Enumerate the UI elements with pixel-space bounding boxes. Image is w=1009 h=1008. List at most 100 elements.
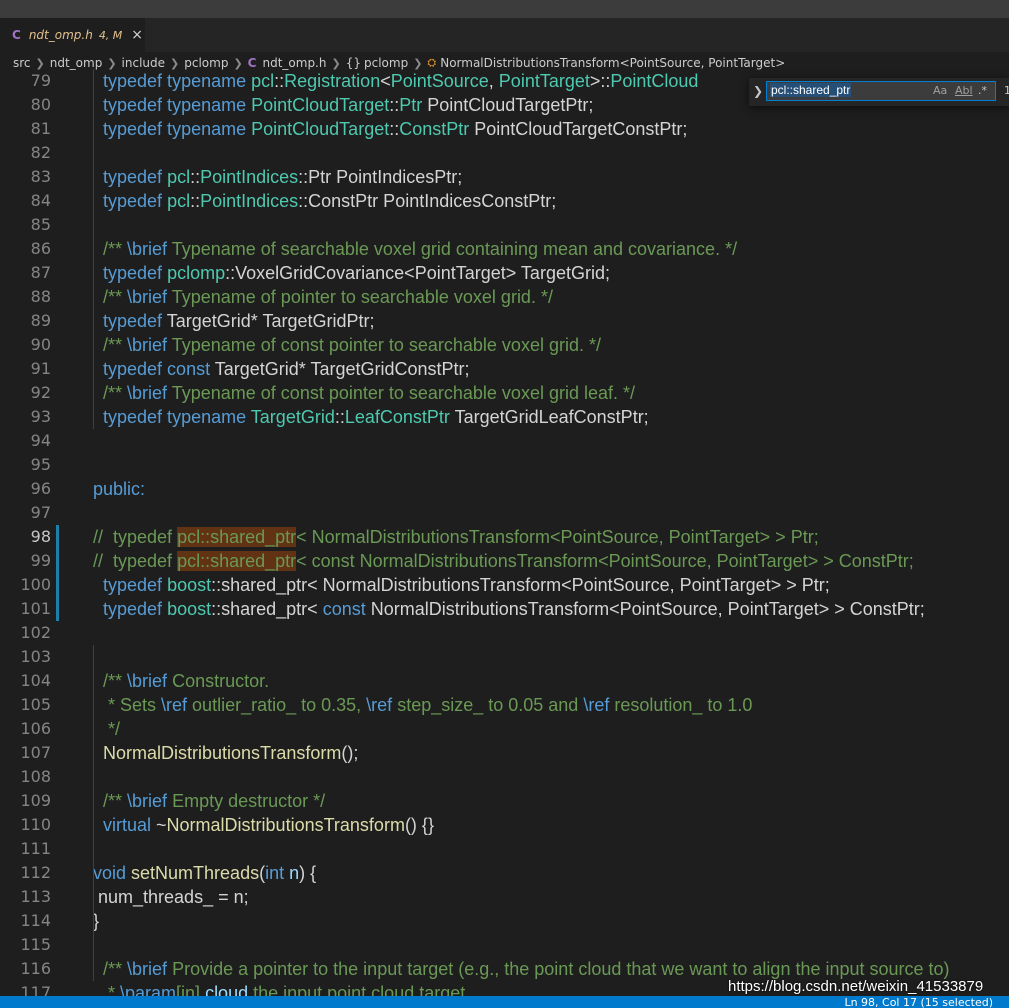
breadcrumb-src[interactable]: src: [13, 56, 31, 70]
breadcrumb-namespace[interactable]: pclomp: [364, 56, 408, 70]
code-line[interactable]: 109 /** \brief Empty destructor */: [0, 789, 1009, 813]
code-token: ::: [274, 71, 285, 91]
code-token: ::shared_ptr<: [211, 599, 323, 619]
line-number: 113: [20, 887, 51, 906]
code-token: Empty destructor */: [167, 791, 326, 811]
code-token: PointIndices: [200, 167, 299, 187]
code-line[interactable]: 111: [0, 837, 1009, 861]
code-text: /** \brief Empty destructor */: [93, 789, 325, 813]
toggle-replace-icon[interactable]: ❯: [753, 84, 763, 98]
line-number: 84: [30, 191, 51, 210]
code-line[interactable]: 104 /** \brief Constructor.: [0, 669, 1009, 693]
code-text: /** \brief Typename of const pointer to …: [93, 333, 601, 357]
code-text: /** \brief Typename of searchable voxel …: [93, 237, 737, 261]
code-token: Ptr: [399, 95, 423, 115]
code-text: * Sets \ref outlier_ratio_ to 0.35, \ref…: [93, 693, 752, 717]
code-line[interactable]: 88 /** \brief Typename of pointer to sea…: [0, 285, 1009, 309]
code-token: LeafConstPtr: [344, 407, 450, 427]
code-token: pcl: [251, 71, 275, 91]
breadcrumb-class[interactable]: NormalDistributionsTransform<PointSource…: [440, 56, 785, 70]
match-case-icon[interactable]: Aa: [933, 84, 947, 97]
code-token: typedef: [103, 311, 167, 331]
code-line[interactable]: 82: [0, 141, 1009, 165]
code-line[interactable]: 93 typedef typename TargetGrid::LeafCons…: [0, 405, 1009, 429]
breadcrumb-pclomp[interactable]: pclomp: [184, 56, 228, 70]
code-line[interactable]: 115: [0, 933, 1009, 957]
code-token: PointCloud: [610, 71, 704, 91]
code-token: ::: [389, 95, 400, 115]
line-number: 111: [20, 839, 51, 858]
code-token: Registration: [284, 71, 381, 91]
code-line[interactable]: 112 void setNumThreads(int n) {: [0, 861, 1009, 885]
code-line[interactable]: 99 // typedef pcl::shared_ptr< const Norm…: [0, 549, 1009, 573]
code-line[interactable]: 81 typedef typename PointCloudTarget::Co…: [0, 117, 1009, 141]
code-line[interactable]: 89 typedef TargetGrid* TargetGridPtr;: [0, 309, 1009, 333]
code-line[interactable]: 110 virtual ~NormalDistributionsTransfor…: [0, 813, 1009, 837]
code-line[interactable]: 108: [0, 765, 1009, 789]
code-line[interactable]: 95: [0, 453, 1009, 477]
code-line[interactable]: 85: [0, 213, 1009, 237]
code-token: >::: [589, 71, 611, 91]
code-line[interactable]: 113 num_threads_ = n;: [0, 885, 1009, 909]
code-line[interactable]: 84 typedef pcl::PointIndices::ConstPtr P…: [0, 189, 1009, 213]
whole-word-icon[interactable]: Abl: [955, 84, 973, 97]
code-line[interactable]: 97: [0, 501, 1009, 525]
code-line[interactable]: 107 NormalDistributionsTransform();: [0, 741, 1009, 765]
code-token: pcl: [167, 191, 191, 211]
code-line[interactable]: 90 /** \brief Typename of const pointer …: [0, 333, 1009, 357]
indent-guide: [93, 645, 94, 981]
code-line[interactable]: 100 typedef boost::shared_ptr< NormalDis…: [0, 573, 1009, 597]
code-line[interactable]: 102: [0, 621, 1009, 645]
code-text: // typedef pcl::shared_ptr< const Normal…: [93, 549, 914, 573]
code-token: *: [93, 983, 121, 996]
code-text: /** \brief Typename of const pointer to …: [93, 381, 635, 405]
breadcrumb-file[interactable]: ndt_omp.h: [262, 56, 326, 70]
line-number: 80: [30, 95, 51, 114]
regex-icon[interactable]: .*: [978, 84, 987, 97]
code-token: Typename of searchable voxel grid contai…: [167, 239, 738, 259]
code-line[interactable]: 83 typedef pcl::PointIndices::Ptr PointI…: [0, 165, 1009, 189]
breadcrumb-ndt-omp[interactable]: ndt_omp: [50, 56, 103, 70]
code-line[interactable]: 94: [0, 429, 1009, 453]
find-input[interactable]: pcl::shared_ptr Aa Abl .*: [766, 81, 996, 101]
code-line[interactable]: 106 */: [0, 717, 1009, 741]
code-line[interactable]: 87 typedef pclomp::VoxelGridCovariance<P…: [0, 261, 1009, 285]
line-number: 109: [20, 791, 51, 810]
line-number: 112: [20, 863, 51, 882]
close-icon[interactable]: ×: [131, 27, 143, 43]
breadcrumb-include[interactable]: include: [122, 56, 165, 70]
code-line[interactable]: 101 typedef boost::shared_ptr< const Nor…: [0, 597, 1009, 621]
line-number: 96: [30, 479, 51, 498]
code-text: typedef boost::shared_ptr< NormalDistrib…: [93, 573, 830, 597]
find-match-highlight: pcl::shared_ptr: [177, 527, 297, 547]
code-token: TargetGrid: [250, 407, 335, 427]
line-number: 115: [20, 935, 51, 954]
line-number: 79: [30, 71, 51, 90]
code-line[interactable]: 96 public:: [0, 477, 1009, 501]
code-line[interactable]: 103: [0, 645, 1009, 669]
git-modified-indicator[interactable]: [56, 525, 59, 621]
code-text: typedef typename PointCloudTarget::Const…: [93, 117, 687, 141]
code-token: ~: [156, 815, 167, 835]
code-line[interactable]: 105 * Sets \ref outlier_ratio_ to 0.35, …: [0, 693, 1009, 717]
code-token: TargetGrid* TargetGridPtr;: [166, 311, 375, 331]
code-text: * \param[in] cloud the input point cloud…: [93, 981, 465, 996]
code-line[interactable]: 92 /** \brief Typename of const pointer …: [0, 381, 1009, 405]
code-token: /**: [103, 335, 128, 355]
code-line[interactable]: 86 /** \brief Typename of searchable vox…: [0, 237, 1009, 261]
code-line[interactable]: 91 typedef const TargetGrid* TargetGridC…: [0, 357, 1009, 381]
code-token: num_threads_ = n;: [93, 887, 249, 907]
status-cursor-position[interactable]: Ln 98, Col 17 (15 selected): [844, 997, 993, 1008]
code-editor[interactable]: 79 typedef typename pcl::Registration<Po…: [0, 69, 1009, 996]
code-token: \ref: [366, 695, 393, 715]
code-token: /**: [103, 287, 128, 307]
tab-ndt-omp-h[interactable]: C ndt_omp.h 4, M ×: [0, 18, 145, 52]
code-line[interactable]: 98 // typedef pcl::shared_ptr< NormalDist…: [0, 525, 1009, 549]
code-token: \ref: [161, 695, 188, 715]
code-token: ::ConstPtr PointIndicesConstPtr;: [298, 191, 557, 211]
line-number: 103: [20, 647, 51, 666]
code-line[interactable]: 114}: [0, 909, 1009, 933]
code-text: typedef pcl::PointIndices::Ptr PointIndi…: [93, 165, 462, 189]
